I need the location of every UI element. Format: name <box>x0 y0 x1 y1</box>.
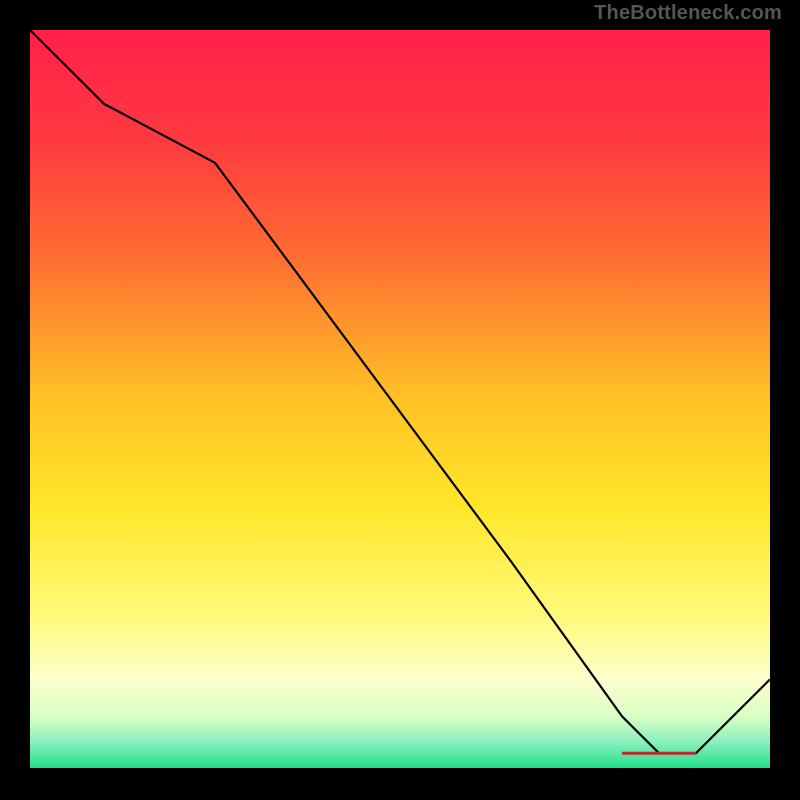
chart-root: TheBottleneck.com <box>0 0 800 800</box>
gradient-background <box>30 30 770 768</box>
plot-panel <box>30 30 770 768</box>
chart-svg <box>30 30 770 768</box>
plot-outer-border <box>15 30 785 783</box>
watermark-text: TheBottleneck.com <box>594 2 782 25</box>
